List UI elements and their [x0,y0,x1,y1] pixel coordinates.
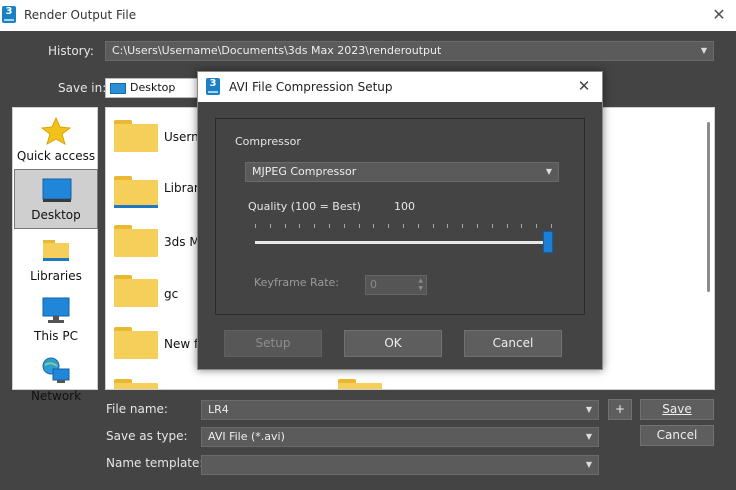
slider-tick [551,224,552,228]
spinner-arrows-icon: ▲ ▼ [418,277,423,292]
slider-tick [521,224,523,228]
chevron-down-icon: ▼ [545,167,552,176]
close-icon[interactable]: ✕ [574,76,594,96]
slider-tick [477,224,478,228]
history-dropdown[interactable]: C:\Users\Username\Documents\3ds Max 2023… [105,41,714,61]
add-template-button[interactable]: + [608,399,632,420]
dialog-cancel-button[interactable]: Cancel [464,330,562,357]
name-template-dropdown[interactable]: ▼ [201,455,599,475]
place-quick-access[interactable]: Quick access [14,111,98,171]
slider-tick [299,224,301,228]
quality-slider[interactable] [255,241,550,244]
slider-tick [403,224,404,228]
chevron-down-icon: ▼ [585,460,592,469]
desktop-icon [110,83,126,94]
keyframe-spinner[interactable]: 0 ▲ ▼ [365,275,427,295]
folder-icon [114,176,158,208]
slider-tick [506,224,508,228]
avi-compression-dialog: 3 AVI File Compression Setup ✕ Compresso… [197,71,603,370]
setup-button[interactable]: Setup [224,330,322,357]
window-titlebar: 3 Render Output File ✕ [0,0,736,31]
save-in-label: Save in: [58,81,107,95]
file-name-input[interactable]: LR4 ▼ [201,400,599,420]
libraries-icon [43,240,69,261]
network-icon [42,357,70,383]
slider-tick [343,224,345,228]
chevron-down-icon: ▼ [585,405,592,414]
slider-tick [314,224,316,228]
slider-tick [462,224,464,228]
folder-icon [114,275,158,307]
place-label: Libraries [30,269,82,283]
ok-button[interactable]: OK [344,330,442,357]
folder-icon [114,120,158,152]
computer-icon [42,297,70,323]
folder-icon [114,327,158,359]
places-bar: Quick access Desktop Libraries This PC N… [12,107,98,403]
compressor-label: Compressor [235,135,301,148]
file-name-label: File name: [106,402,168,416]
save-as-type-label: Save as type: [106,429,188,443]
save-as-type-dropdown[interactable]: AVI File (*.avi) ▼ [201,427,599,447]
quality-value: 100 [394,200,415,213]
slider-tick [329,224,330,228]
slider-tick [373,224,375,228]
folder-icon [114,379,158,389]
slider-tick [536,224,538,228]
save-as-type-value: AVI File (*.avi) [208,430,285,443]
save-button-label: Save [662,402,692,416]
slider-tick [388,224,390,228]
save-in-value: Desktop [130,81,176,94]
slider-tick [491,224,493,228]
place-libraries[interactable]: Libraries [14,231,98,291]
file-name: gc [164,287,179,301]
star-icon [41,117,71,145]
window-title: Render Output File [24,8,137,22]
dialog-title: AVI File Compression Setup [229,80,393,94]
place-network[interactable]: Network [14,351,98,411]
cancel-button[interactable]: Cancel [640,425,714,446]
place-this-pc[interactable]: This PC [14,291,98,351]
slider-tick [432,224,434,228]
compressor-dropdown[interactable]: MJPEG Compressor ▼ [245,162,559,182]
slider-tick [417,224,419,228]
file-name-value: LR4 [208,403,229,416]
history-value: C:\Users\Username\Documents\3ds Max 2023… [112,44,442,57]
place-label: Quick access [16,149,96,163]
keyframe-label: Keyframe Rate: [254,276,339,289]
save-button[interactable]: Save [640,399,714,420]
app-icon: 3 [206,78,220,95]
file-list-scrollbar[interactable] [707,122,710,292]
dialog-titlebar: 3 AVI File Compression Setup ✕ [198,72,602,102]
desktop-icon [42,178,72,202]
history-label: History: [48,44,94,58]
slider-tick [447,224,449,228]
place-label: Network [30,389,82,403]
save-in-dropdown[interactable]: Desktop [105,78,205,98]
folder-icon [114,225,158,257]
quality-slider-thumb[interactable] [543,231,553,253]
quality-slider-ticks [255,224,552,228]
keyframe-value: 0 [370,278,377,291]
place-desktop[interactable]: Desktop [14,169,98,229]
place-label: This PC [34,329,78,343]
slider-tick [269,224,271,228]
place-label: Desktop [31,208,81,222]
chevron-down-icon: ▼ [700,46,707,55]
slider-tick [358,224,360,228]
compressor-value: MJPEG Compressor [252,165,357,178]
chevron-down-icon: ▼ [585,432,592,441]
app-icon: 3 [2,6,16,23]
close-icon[interactable]: ✕ [708,4,730,26]
slider-tick [255,224,256,228]
name-template-label: Name template: [106,456,204,470]
folder-icon [338,379,382,389]
file-name: 3ds M [164,235,200,249]
slider-tick [284,224,286,228]
quality-label: Quality (100 = Best) [248,200,361,213]
